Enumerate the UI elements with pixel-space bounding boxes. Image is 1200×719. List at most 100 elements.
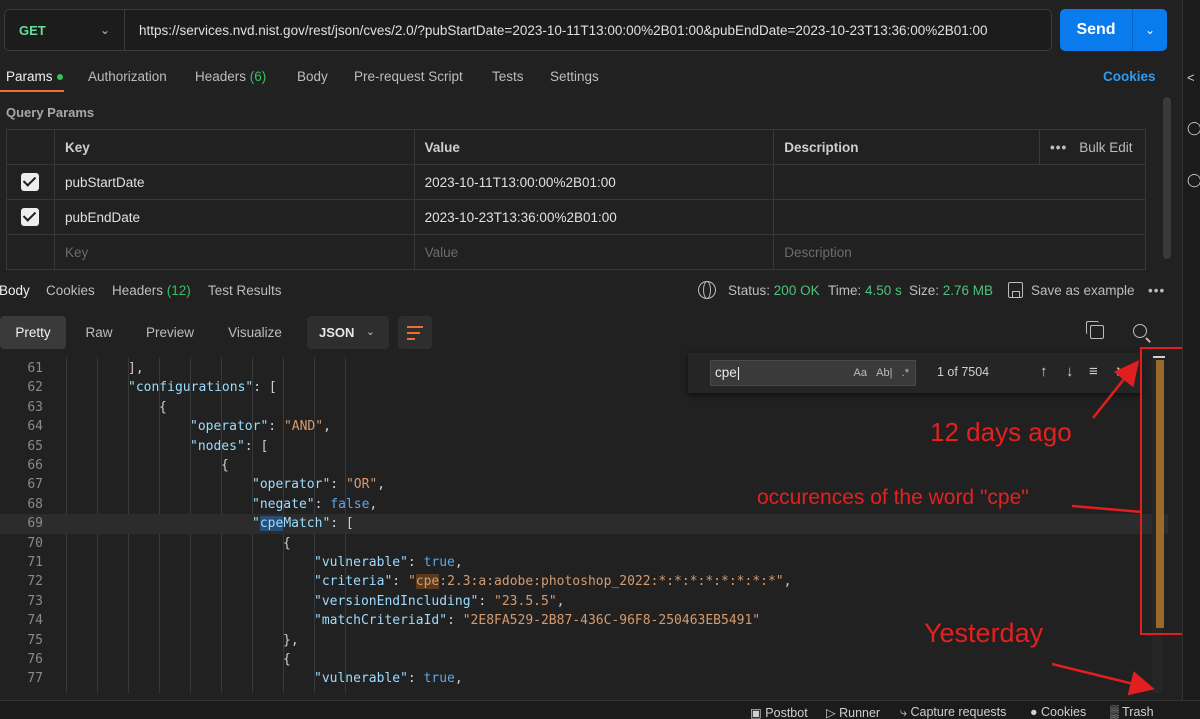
code-line: 76 { [0,650,1168,669]
code-text: "operator": "AND", [190,417,331,436]
code-text: { [221,456,229,475]
time-label: Time: [828,283,862,298]
view-visualize[interactable]: Visualize [214,316,296,349]
request-tabs: Params Authorization Headers (6) Body Pr… [0,62,1170,92]
tab-response-cookies[interactable]: Cookies [46,283,95,298]
code-token: : [407,671,424,687]
method-select[interactable]: GET ⌄ [5,10,125,50]
size-value: 2.76 MB [942,283,994,298]
table-header-row: Key Value Description ••• Bulk Edit [6,129,1146,165]
bulk-edit-button[interactable]: Bulk Edit [1079,140,1132,155]
tab-params[interactable]: Params [6,69,63,84]
globe-icon[interactable] [698,281,716,299]
view-raw[interactable]: Raw [72,316,126,349]
find-in-selection-icon[interactable]: ≡ [1089,363,1098,380]
param-key-cell[interactable]: pubEndDate [53,199,415,235]
code-token: "OR" [345,477,378,493]
tab-response-headers[interactable]: Headers (12) [112,283,191,298]
line-number: 73 [27,593,43,609]
line-number: 75 [27,632,43,648]
code-token: , [377,477,386,493]
code-token: , [323,419,331,435]
param-value-cell[interactable]: 2023-10-23T13:36:00%2B01:00 [413,199,775,235]
tab-tests[interactable]: Tests [492,69,524,84]
more-options-icon[interactable]: ••• [1050,140,1067,155]
copy-icon[interactable] [1086,321,1104,339]
find-options: Aa Ab| .* [854,361,909,385]
send-options-chevron-icon[interactable]: ⌄ [1133,23,1167,37]
close-icon[interactable]: ✕ [1115,363,1128,381]
save-as-example-button[interactable]: Save as example [1031,283,1135,298]
code-token: "operator" [190,419,269,435]
checkbox-column-header [6,129,55,165]
code-token: : [ [330,516,354,532]
line-number: 62 [27,380,43,396]
code-token: : [314,496,331,512]
tab-test-results[interactable]: Test Results [208,283,282,298]
code-token: cpe [415,574,440,590]
search-icon[interactable] [1133,324,1147,338]
params-scrollbar[interactable] [1163,97,1171,259]
code-token: Match" [283,516,331,532]
empty-checkbox-cell [6,234,55,270]
lightbulb-icon[interactable]: ◯ [1187,120,1200,136]
code-token: ], [128,361,144,376]
code-token: , [783,574,792,590]
chevron-down-icon: ⌄ [99,23,110,37]
status-value: 200 OK [773,283,820,298]
key-placeholder[interactable]: Key [53,234,415,270]
line-number: 64 [27,419,43,435]
code-text: "operator": "OR", [252,475,385,494]
cookies-status-button[interactable]: ● Cookies [1030,705,1086,719]
view-preview[interactable]: Preview [134,316,206,349]
tab-body[interactable]: Body [297,69,328,84]
annotation-occurrences: occurences of the word "cpe" [757,486,1029,509]
find-widget: cpe| Aa Ab| .* 1 of 7504 ↑ ↓ ≡ ✕ [688,353,1140,393]
capture-requests-button[interactable]: ⤷ Capture requests [900,705,1006,719]
arrow-up-icon[interactable]: ↑ [1040,363,1048,380]
postbot-button[interactable]: ▣ Postbot [750,705,808,719]
code-token: , [556,593,565,609]
save-icon [1008,282,1023,298]
tab-headers[interactable]: Headers (6) [195,69,266,84]
tab-settings[interactable]: Settings [550,69,599,84]
code-token: "criteria" [314,574,393,590]
send-button[interactable]: Send ⌄ [1060,9,1167,51]
column-header-key: Key [53,129,415,165]
info-icon[interactable]: ◯ [1187,172,1200,188]
tab-prerequest-script[interactable]: Pre-request Script [354,69,463,84]
description-placeholder[interactable]: Description [773,234,1146,270]
param-description-cell[interactable] [773,199,1146,235]
find-query: cpe [715,365,737,380]
code-icon[interactable]: < [1187,70,1195,85]
code-token: "AND" [283,419,324,435]
code-token: : [478,593,495,609]
annotation-days-ago: 12 days ago [930,417,1072,447]
arrow-down-icon[interactable]: ↓ [1066,363,1074,380]
param-description-cell[interactable] [773,164,1146,200]
param-value-cell[interactable]: 2023-10-11T13:00:00%2B01:00 [413,164,775,200]
match-case-icon[interactable]: Aa [854,367,867,379]
match-word-icon[interactable]: Ab| [876,367,892,379]
bulk-edit-cell: ••• Bulk Edit [1039,129,1146,165]
tab-authorization[interactable]: Authorization [88,69,167,84]
param-key-cell[interactable]: pubStartDate [53,164,415,200]
line-number: 77 [27,671,43,687]
wrap-lines-button[interactable] [398,316,432,349]
more-options-icon[interactable]: ••• [1148,283,1165,298]
code-token: "configurations" [128,380,254,396]
find-input[interactable]: cpe| Aa Ab| .* [710,360,916,386]
format-select[interactable]: JSON ⌄ [307,316,389,349]
url-input[interactable]: https://services.nvd.nist.gov/rest/json/… [125,23,988,38]
cookies-link[interactable]: Cookies [1103,69,1156,84]
table-row: pubEndDate 2023-10-23T13:36:00%2B01:00 [6,199,1146,235]
row-checkbox[interactable] [21,208,40,226]
regex-icon[interactable]: .* [902,367,909,379]
runner-button[interactable]: ▷ Runner [826,705,880,719]
row-checkbox[interactable] [21,173,40,191]
value-placeholder[interactable]: Value [413,234,775,270]
trash-button[interactable]: ▒ Trash [1110,705,1154,719]
tab-headers-label: Headers [195,69,247,84]
tab-response-body[interactable]: Body [0,283,30,298]
view-pretty[interactable]: Pretty [0,316,66,349]
